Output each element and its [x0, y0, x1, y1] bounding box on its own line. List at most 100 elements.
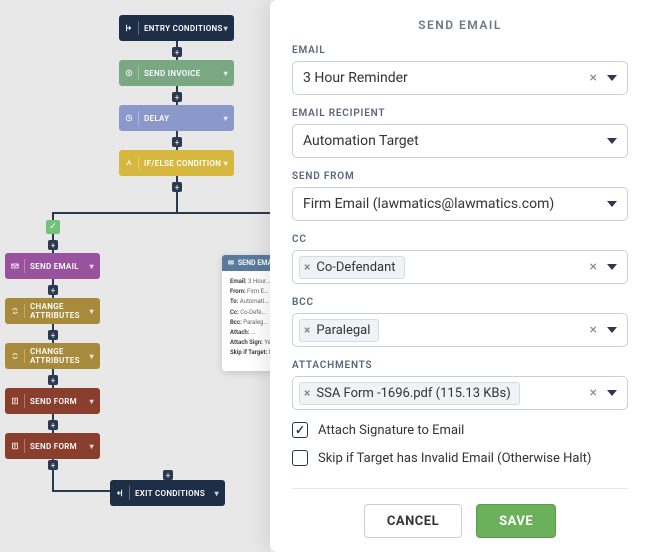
label-attachments: ATTACHMENTS — [292, 360, 628, 371]
node-change-attributes[interactable]: CHANGE ATTRIBUTES ▾ — [5, 298, 100, 324]
invoice-icon — [125, 66, 139, 80]
plus-icon[interactable]: + — [48, 330, 58, 340]
plus-icon[interactable]: + — [48, 420, 58, 430]
divider — [292, 488, 628, 489]
node-label: SEND INVOICE — [144, 69, 201, 78]
cancel-button[interactable]: CANCEL — [364, 504, 462, 538]
remove-tag-icon[interactable]: × — [304, 260, 310, 274]
node-send-form[interactable]: SEND FORM ▾ — [5, 433, 100, 459]
chevron-down-icon: ▾ — [90, 397, 94, 406]
clear-icon[interactable]: × — [584, 259, 603, 275]
checkbox-checked-icon[interactable]: ✓ — [292, 422, 308, 438]
node-label: CHANGE ATTRIBUTES — [30, 347, 90, 365]
plus-icon[interactable]: + — [172, 182, 182, 192]
node-label: SEND EMAIL — [30, 262, 79, 271]
chevron-down-icon — [607, 75, 617, 81]
node-label: EXIT CONDITIONS — [135, 489, 205, 498]
checkbox-unchecked-icon[interactable] — [292, 450, 308, 466]
form-icon — [11, 439, 25, 453]
exit-icon — [116, 486, 130, 500]
chevron-down-icon: ▾ — [224, 159, 228, 168]
send-from-value: Firm Email (lawmatics@lawmatics.com) — [303, 196, 603, 212]
node-delay[interactable]: DELAY ▾ — [119, 105, 234, 131]
bcc-tag-label: Paralegal — [316, 323, 370, 338]
plus-icon[interactable]: + — [163, 470, 173, 480]
bcc-select[interactable]: × Paralegal × — [292, 313, 628, 347]
cc-tag: × Co-Defendant — [299, 256, 405, 279]
plus-icon[interactable]: + — [172, 137, 182, 147]
node-send-form[interactable]: SEND FORM ▾ — [5, 388, 100, 414]
attachment-tag: × SSA Form -1696.pdf (115.13 KBs) — [299, 382, 520, 405]
refresh-icon — [11, 349, 25, 363]
node-entry-conditions[interactable]: ENTRY CONDITIONS ▾ — [119, 15, 234, 41]
form-icon — [11, 394, 25, 408]
chevron-down-icon: ▾ — [224, 114, 228, 123]
plus-icon[interactable]: + — [172, 47, 182, 57]
plus-icon[interactable]: + — [48, 285, 58, 295]
chevron-down-icon — [607, 138, 617, 144]
node-if-else[interactable]: IF/ELSE CONDITION ▾ — [119, 150, 234, 176]
cancel-label: CANCEL — [387, 514, 439, 529]
plus-icon[interactable]: + — [48, 460, 58, 470]
recipient-value: Automation Target — [303, 133, 603, 149]
connector — [52, 212, 302, 214]
chevron-down-icon: ▾ — [90, 352, 94, 361]
label-bcc: BCC — [292, 297, 628, 308]
recipient-select[interactable]: Automation Target — [292, 124, 628, 158]
panel-title: SEND EMAIL — [292, 18, 628, 32]
label-email: EMAIL — [292, 45, 628, 56]
chevron-down-icon: ▾ — [90, 262, 94, 271]
plus-icon[interactable]: + — [48, 240, 58, 250]
node-label: SEND FORM — [30, 397, 77, 406]
node-label: DELAY — [144, 114, 169, 123]
chevron-down-icon: ▾ — [215, 489, 219, 498]
bcc-tag: × Paralegal — [299, 319, 379, 342]
label-send-from: SEND FROM — [292, 171, 628, 182]
cc-tag-label: Co-Defendant — [316, 260, 395, 275]
chevron-down-icon — [607, 264, 617, 270]
node-label: IF/ELSE CONDITION — [144, 159, 221, 168]
save-label: SAVE — [499, 514, 533, 529]
node-exit-conditions[interactable]: EXIT CONDITIONS ▾ — [110, 480, 225, 506]
email-value: 3 Hour Reminder — [303, 70, 584, 86]
plus-icon[interactable]: + — [172, 92, 182, 102]
send-from-select[interactable]: Firm Email (lawmatics@lawmatics.com) — [292, 187, 628, 221]
clear-icon[interactable]: × — [584, 70, 603, 86]
workflow-canvas[interactable]: + + + + ✓ + + + + + + + ENTRY CONDITIONS… — [0, 0, 270, 552]
save-button[interactable]: SAVE — [476, 504, 556, 538]
label-recipient: EMAIL RECIPIENT — [292, 108, 628, 119]
clear-icon[interactable]: × — [584, 322, 603, 338]
node-label: SEND FORM — [30, 442, 77, 451]
mail-icon: ✉ — [228, 259, 234, 267]
clock-icon — [125, 111, 139, 125]
node-label: ENTRY CONDITIONS — [144, 24, 223, 33]
chevron-down-icon: ▾ — [90, 307, 94, 316]
clear-icon[interactable]: × — [584, 385, 603, 401]
remove-tag-icon[interactable]: × — [304, 323, 310, 337]
node-send-invoice[interactable]: SEND INVOICE ▾ — [119, 60, 234, 86]
attachment-tag-label: SSA Form -1696.pdf (115.13 KBs) — [316, 386, 510, 401]
node-send-email[interactable]: SEND EMAIL ▾ — [5, 253, 100, 279]
plus-icon[interactable]: + — [48, 375, 58, 385]
attach-signature-checkbox-row[interactable]: ✓ Attach Signature to Email — [292, 422, 628, 438]
node-label: CHANGE ATTRIBUTES — [30, 302, 90, 320]
skip-target-label: Skip if Target has Invalid Email (Otherw… — [318, 451, 591, 466]
node-change-attributes[interactable]: CHANGE ATTRIBUTES ▾ — [5, 343, 100, 369]
branch-icon — [125, 156, 139, 170]
enter-icon — [125, 21, 139, 35]
attach-signature-label: Attach Signature to Email — [318, 423, 464, 438]
remove-tag-icon[interactable]: × — [304, 386, 310, 400]
send-email-panel: SEND EMAIL EMAIL 3 Hour Reminder × EMAIL… — [270, 0, 650, 552]
email-select[interactable]: 3 Hour Reminder × — [292, 61, 628, 95]
chevron-down-icon: ▾ — [90, 442, 94, 451]
label-cc: CC — [292, 234, 628, 245]
chevron-down-icon — [607, 390, 617, 396]
attachments-select[interactable]: × SSA Form -1696.pdf (115.13 KBs) × — [292, 376, 628, 410]
cc-select[interactable]: × Co-Defendant × — [292, 250, 628, 284]
check-icon: ✓ — [46, 220, 60, 234]
chevron-down-icon — [607, 327, 617, 333]
chevron-down-icon: ▾ — [224, 24, 228, 33]
chevron-down-icon: ▾ — [224, 69, 228, 78]
skip-target-checkbox-row[interactable]: Skip if Target has Invalid Email (Otherw… — [292, 450, 628, 466]
refresh-icon — [11, 304, 25, 318]
